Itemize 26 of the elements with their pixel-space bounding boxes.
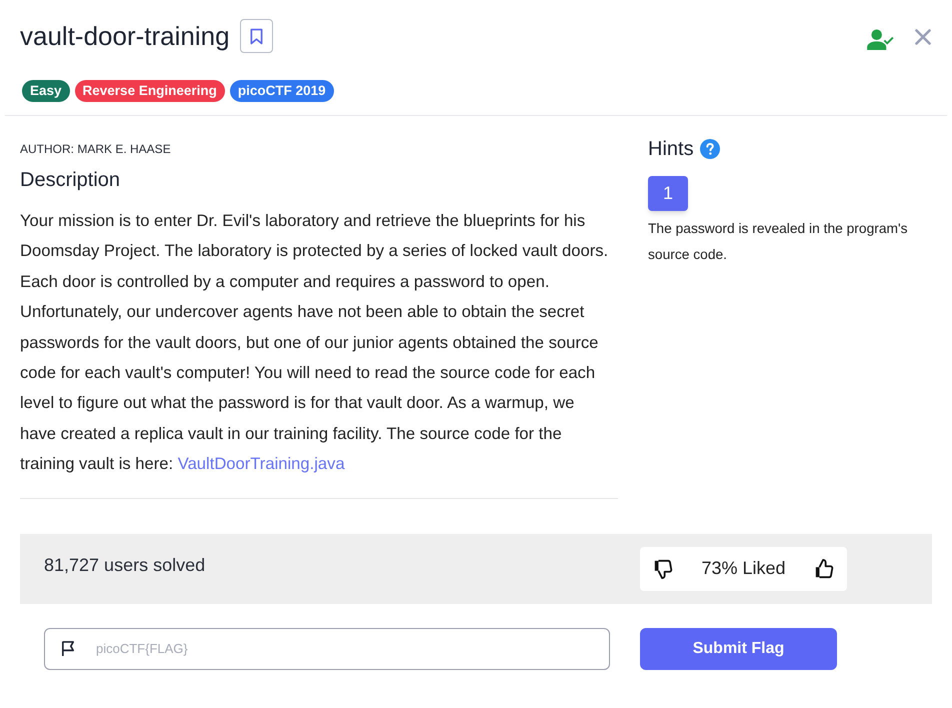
flag-icon xyxy=(61,640,76,657)
thumbs-up-icon xyxy=(814,558,834,579)
hints-heading: Hints xyxy=(648,137,694,162)
close-icon xyxy=(915,29,931,45)
solved-count: 81,727 users solved xyxy=(44,554,206,577)
category-tag: picoCTF 2019 xyxy=(230,80,334,102)
bookmark-button[interactable] xyxy=(240,19,273,53)
source-file-link[interactable]: VaultDoorTraining.java xyxy=(178,454,345,474)
liked-percentage: 73% Liked xyxy=(701,557,786,580)
dislike-button[interactable] xyxy=(653,558,673,579)
category-tag: Easy xyxy=(22,80,70,102)
hint-text: The password is revealed in the program's source code. xyxy=(648,220,909,264)
help-button[interactable] xyxy=(700,139,720,159)
close-button[interactable] xyxy=(914,28,932,46)
like-button[interactable] xyxy=(814,558,834,579)
description-heading: Description xyxy=(20,168,122,193)
bookmark-icon xyxy=(250,28,263,44)
flag-input[interactable]: picoCTF{FLAG} xyxy=(44,628,610,670)
hint-tab[interactable]: 1 xyxy=(648,176,688,211)
help-icon xyxy=(700,139,720,159)
author-text: AUTHOR: MARK E. HAASE xyxy=(20,141,172,157)
description-paragraph: Your mission is to enter Dr. Evil's laboratory and retrieve the blueprints for his Doomsday Project. The laboratory is protected by a series of locked vault doors. Each door is controlled by a computer and requires a password to open. Unfortunately, our undercover agents have not been able to obtain the secret passwords for the vault doors, but one of our junior agents obtained the source code for each vault's computer! You will need to read the source code for each level to figure out what the password is for that vault door. As a warmup, we have created a replica vault in our training facility. The source code for the training vault is here: VaultDoorTraining.java xyxy=(20,210,610,476)
submit-flag-button[interactable]: Submit Flag xyxy=(640,628,837,670)
challenge-title: vault-door-training xyxy=(20,20,230,53)
category-tag: Reverse Engineering xyxy=(74,80,225,102)
thumbs-down-icon xyxy=(653,558,673,579)
